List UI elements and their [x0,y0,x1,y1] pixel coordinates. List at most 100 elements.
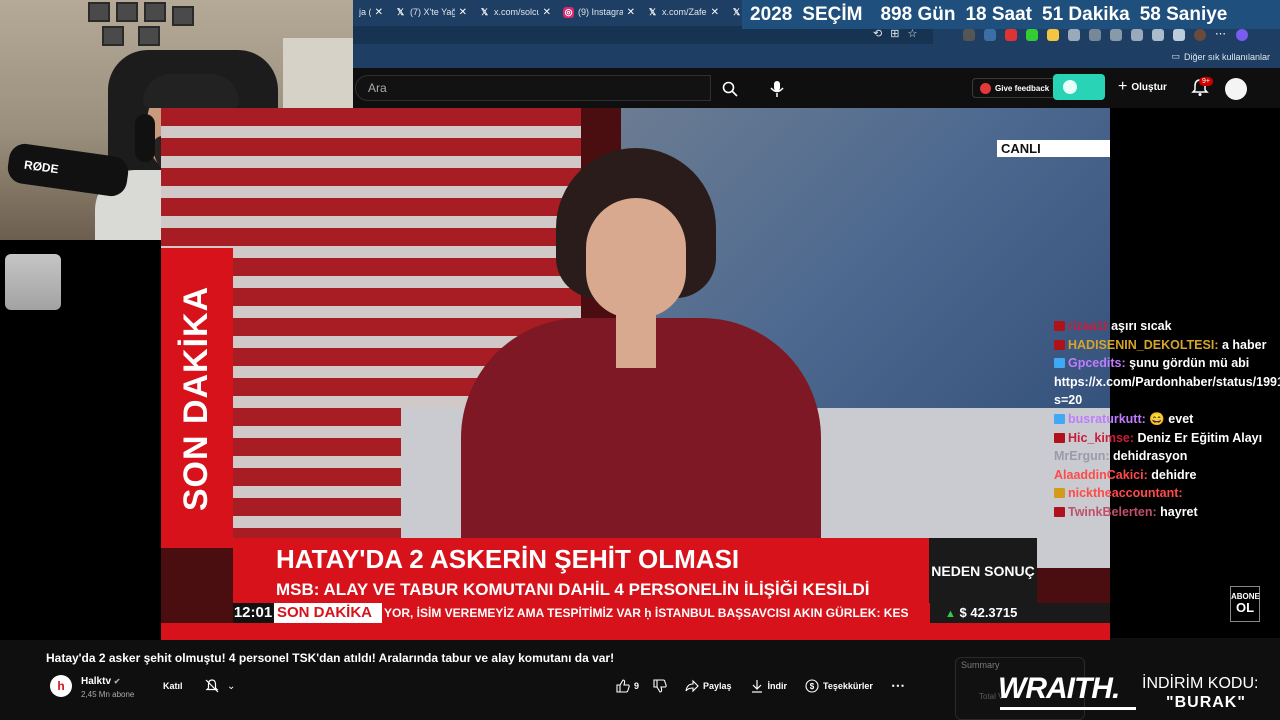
tab-title: (7) X'te Yağı [410,7,455,17]
bell-off-icon [205,679,219,693]
extension-icons: ⋯ [963,29,1248,41]
extension-icon[interactable] [1173,29,1185,41]
share-icon [685,679,699,692]
extension-icon[interactable] [984,29,996,41]
join-button[interactable]: Katıl [163,681,183,691]
price-value: $ 42.3715 [959,605,1018,620]
close-icon[interactable]: ✕ [459,7,467,18]
chat-username[interactable]: busraturkutt: [1068,412,1146,426]
subscription-bell-button[interactable]: ⌄ [205,679,235,693]
chat-username[interactable]: rizaa1t [1068,319,1108,333]
chat-username[interactable]: AlaaddinCakici: [1054,468,1148,482]
extension-icon[interactable] [1005,29,1017,41]
other-bookmarks-label: Diğer sık kullanılanlar [1183,51,1270,62]
chat-username[interactable]: nicktheaccountant: [1068,486,1183,500]
chat-username[interactable]: HADISENIN_DEKOLTESI: [1068,338,1218,352]
channel-name-label: Halktv [81,676,112,687]
sponsor-brand: WRAITH. [998,672,1120,705]
tab-title: x.com/solcu [494,7,539,17]
wall-frames [88,2,196,50]
chat-badge-icon [1054,413,1065,424]
channel-name[interactable]: Halktv ✔ [81,676,121,687]
search-icon [722,81,738,97]
breaking-news-side-banner: SON DAKİKA [161,248,233,548]
chevron-down-icon: ⌄ [227,680,236,692]
microphone-icon [770,81,784,97]
extension-icon[interactable] [963,29,975,41]
video-player[interactable]: SON DAKİKA CANLI HATAY'DA 2 ASKERİN ŞEHİ… [161,108,1110,640]
other-bookmarks[interactable]: ▭ Diğer sık kullanılanlar [1171,51,1270,62]
browser-tab[interactable]: 𝕏 (7) X'te Yağı ✕ [389,2,473,22]
search-input[interactable] [356,76,710,100]
share-button[interactable]: Paylaş [685,679,732,693]
search-button[interactable] [717,78,743,100]
tab-title: x.com/Zafer [662,7,707,17]
download-button[interactable]: İndir [750,679,787,693]
x-logo-icon: 𝕏 [480,6,489,17]
bookmarks-bar: ▭ Diğer sık kullanılanlar [353,46,1280,68]
chat-message: MrErgun: dehidrasyon [1054,447,1278,466]
share-label: Paylaş [703,680,732,691]
x-logo-icon: 𝕏 [648,6,657,17]
extension-icon[interactable] [1152,29,1164,41]
subscriber-count: 2,45 Mn abone [81,690,135,699]
voice-search-button[interactable] [765,77,789,101]
create-label: Oluştur [1131,81,1167,93]
extension-icon[interactable] [1089,29,1101,41]
chat-username[interactable]: MrErgun: [1054,449,1110,463]
chat-username[interactable]: Hic_kimse: [1068,431,1134,445]
ticker-label: SON DAKİKA [274,603,382,623]
close-icon[interactable]: ✕ [543,7,551,18]
browser-tab[interactable]: ◎ (9) Instagram ✕ [557,2,641,22]
chat-message: TwinkBelerten: hayret [1054,503,1278,522]
browser-tab[interactable]: 𝕏 x.com/solcu ✕ [473,2,557,22]
extension-icon[interactable] [1110,29,1122,41]
video-title: Hatay'da 2 asker şehit olmuştu! 4 person… [46,651,615,665]
subheadline: MSB: ALAY VE TABUR KOMUTANI DAHİL 4 PERS… [276,580,870,599]
browser-tab[interactable]: ja ( ✕ [353,2,389,22]
close-icon[interactable]: ✕ [711,7,719,18]
menu-icon[interactable]: ⋯ [1215,29,1227,41]
up-arrow-icon: ▲ [945,608,956,620]
search-box [355,75,711,101]
copilot-icon[interactable] [1236,29,1248,41]
headline: HATAY'DA 2 ASKERİN ŞEHİT OLMASI [276,544,740,574]
folder-icon: ▭ [1171,51,1180,61]
extension-icon[interactable] [1068,29,1080,41]
like-button[interactable]: 9 [616,678,640,693]
extension-icon[interactable] [1047,29,1059,41]
youtube-header: Give feedback + Oluştur 9+ [353,68,1280,108]
like-count: 9 [634,680,640,691]
sponsor-brand-underline [1000,707,1136,710]
extension-icon[interactable] [1131,29,1143,41]
currency-price: ▲ $ 42.3715 [941,603,1037,623]
ticker-clock: 12:01 [233,603,273,623]
close-icon[interactable]: ✕ [627,7,635,18]
chat-message-text: dehidre [1151,467,1197,482]
more-actions-button[interactable]: ⋯ [891,677,905,694]
election-countdown: 2028 SEÇİM 898 Gün 18 Saat 51 Dakika 58 … [742,0,1280,29]
countdown-year: 2028 [750,3,793,25]
chat-username[interactable]: Gpcedits: [1068,356,1126,370]
channel-avatar[interactable]: h [50,675,72,697]
thumbs-down-icon [653,678,667,693]
countdown-seconds: 58 Saniye [1139,3,1228,25]
extension-icon[interactable] [1026,29,1038,41]
user-avatar[interactable] [1225,78,1247,100]
discount-code: "BURAK" [1166,694,1246,711]
extension-toggle[interactable] [1053,74,1105,100]
browser-tab[interactable]: 𝕏 x.com/Zafer ✕ [641,2,725,22]
dislike-button[interactable] [653,678,667,693]
chat-badge-icon [1054,339,1065,350]
give-feedback-button[interactable]: Give feedback [972,78,1058,98]
plus-icon: + [1118,78,1128,95]
profile-icon[interactable] [1194,29,1206,41]
close-icon[interactable]: ✕ [375,7,383,18]
chat-badge-icon [1054,321,1065,331]
x-logo-icon: 𝕏 [732,6,741,17]
create-button[interactable]: + Oluştur [1118,78,1167,96]
chat-username[interactable]: TwinkBelerten: [1068,505,1157,519]
chat-message: AlaaddinCakici: dehidre [1054,466,1278,485]
thanks-button[interactable]: $ Teşekkürler [805,678,873,693]
chat-message: rizaa1t aşırı sıcak [1054,317,1278,336]
